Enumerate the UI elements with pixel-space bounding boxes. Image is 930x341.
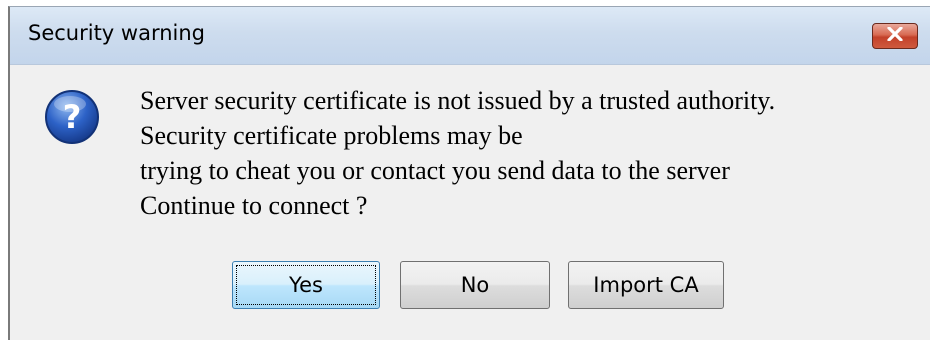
yes-button-label: Yes [289,273,323,297]
message-line: Continue to connect ? [140,191,368,220]
message-line: Server security certificate is not issue… [140,86,776,115]
message-line: Security certificate problems may be [140,121,523,150]
security-warning-dialog: Security warning ? Server security certi… [8,6,930,340]
close-icon [887,25,903,46]
import-ca-button[interactable]: Import CA [568,261,724,309]
close-button[interactable] [872,23,918,49]
dialog-content: ? Server security certificate is not iss… [10,65,930,341]
button-row: Yes No Import CA [10,261,930,311]
yes-button[interactable]: Yes [232,261,380,309]
warning-message: Server security certificate is not issue… [140,83,775,223]
import-ca-button-label: Import CA [593,273,699,297]
dialog-title: Security warning [28,21,206,45]
title-bar[interactable]: Security warning [10,7,930,65]
svg-text:?: ? [63,98,82,136]
question-icon: ? [44,89,100,145]
message-line: trying to cheat you or contact you send … [140,156,730,185]
no-button[interactable]: No [400,261,550,309]
no-button-label: No [460,273,490,297]
